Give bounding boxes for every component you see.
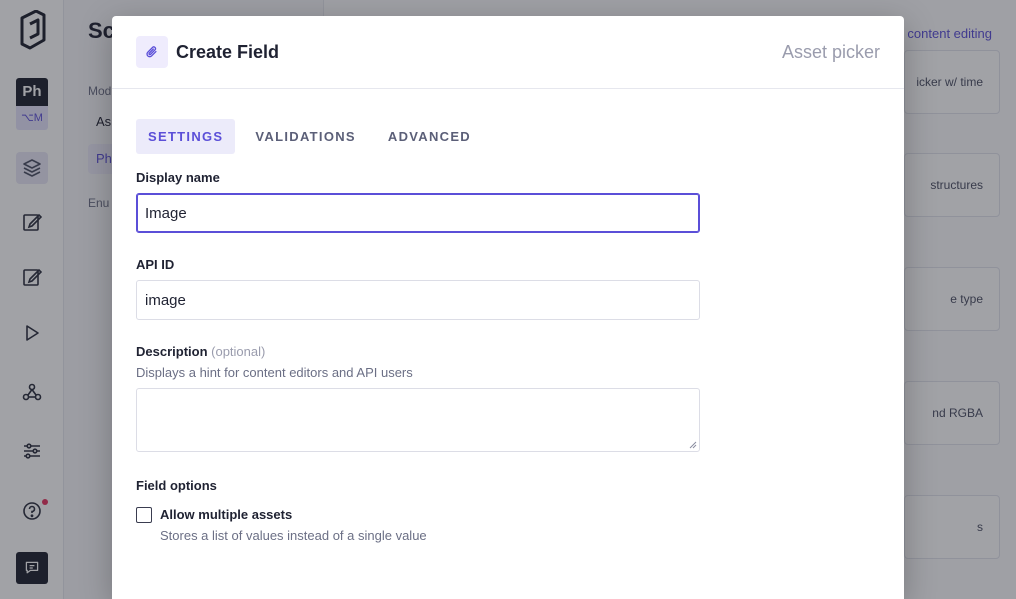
- api-id-label: API ID: [136, 257, 175, 272]
- field-type-label: Asset picker: [781, 41, 880, 62]
- display-name-label: Display name: [136, 170, 220, 185]
- allow-multiple-label[interactable]: Allow multiple assets: [160, 507, 427, 522]
- field-options-label: Field options: [136, 478, 217, 493]
- asset-picker-icon: [136, 36, 168, 68]
- allow-multiple-hint: Stores a list of values instead of a sin…: [160, 528, 427, 543]
- allow-multiple-option: Allow multiple assets Stores a list of v…: [136, 507, 880, 543]
- description-label: Description (optional): [136, 344, 880, 359]
- allow-multiple-checkbox[interactable]: [136, 507, 152, 523]
- modal-body: SETTINGS VALIDATIONS ADVANCED Display na…: [112, 89, 904, 543]
- display-name-value: Image: [145, 204, 187, 222]
- allow-multiple-text: Allow multiple assets Stores a list of v…: [160, 507, 427, 543]
- description-label-text: Description: [136, 344, 208, 359]
- tab-bar: SETTINGS VALIDATIONS ADVANCED: [136, 119, 880, 154]
- description-textarea[interactable]: [136, 388, 700, 452]
- resize-handle-icon[interactable]: [689, 441, 697, 449]
- display-name-input[interactable]: Image: [136, 193, 700, 233]
- api-id-input[interactable]: image: [136, 280, 700, 320]
- api-id-value: image: [145, 291, 186, 309]
- modal-header: Create Field Asset picker: [112, 16, 904, 89]
- tab-settings[interactable]: SETTINGS: [136, 119, 236, 154]
- create-field-modal: Create Field Asset picker SETTINGS VALID…: [112, 16, 904, 599]
- tab-advanced[interactable]: ADVANCED: [376, 119, 483, 154]
- description-hint: Displays a hint for content editors and …: [136, 365, 413, 380]
- modal-title: Create Field: [176, 41, 280, 62]
- tab-validations[interactable]: VALIDATIONS: [243, 119, 367, 154]
- optional-tag: (optional): [211, 344, 266, 359]
